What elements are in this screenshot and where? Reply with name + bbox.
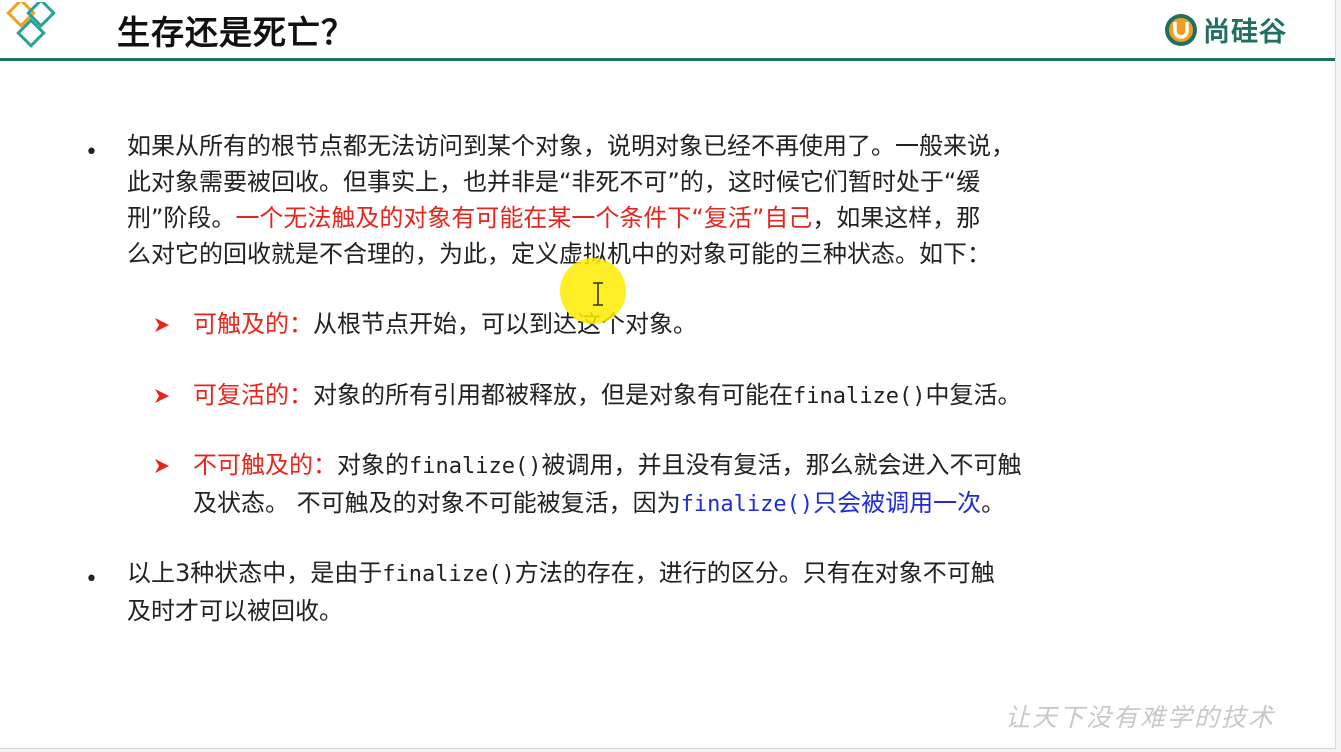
- brand-u-icon: [1165, 13, 1197, 46]
- state-unreachable: 不可触及的：对象的finalize()被调用，并且没有复活，那么就会进入不可触 …: [193, 447, 1253, 523]
- state-resurrectable: 可复活的：对象的所有引用都被释放，但是对象有可能在finalize()中复活。: [193, 377, 1021, 415]
- state-reachable-text: 从根节点开始，可以到达这个对象。: [313, 310, 697, 338]
- diamond-logo-icon: [6, 2, 56, 48]
- bullet-marker: •: [85, 567, 98, 592]
- finalize-code: finalize(): [382, 562, 515, 587]
- finalize-code-blue: finalize(): [680, 492, 814, 517]
- state-unreachable-line-2: 及状态。 不可触及的对象不可能被复活，因为finalize()只会被调用一次。: [193, 485, 1253, 523]
- slide: 生存还是死亡？ 尚硅谷 • 如果从所有的根节点都无法访问到某个对象，说明对象已经…: [0, 0, 1336, 749]
- intro-line-4: 么对它的回收就是不合理的，为此，定义虚拟机中的对象可能的三种状态。如下：: [127, 240, 991, 268]
- state-unreachable-text-c: 及状态。 不可触及的对象不可能被复活，因为: [193, 489, 681, 517]
- brand-name: 尚硅谷: [1203, 17, 1287, 48]
- state-resurrectable-text: 对象的所有引用都被释放，但是对象有可能在: [313, 381, 793, 409]
- bullet-marker: •: [85, 140, 98, 165]
- state-unreachable-text-b: 被调用，并且没有复活，那么就会进入不可触: [541, 451, 1022, 479]
- state-unreachable-label: 不可触及的：: [193, 451, 337, 479]
- called-once-text: 只会被调用一次: [813, 489, 982, 517]
- state-unreachable-period: 。: [981, 489, 1006, 517]
- page-title: 生存还是死亡？: [117, 13, 355, 52]
- finalize-code: finalize(): [409, 454, 542, 479]
- watermark: 让天下没有难学的技术: [1005, 703, 1276, 732]
- intro-line-3-end: ，如果这样，那: [812, 204, 981, 232]
- state-unreachable-text-a: 对象的: [337, 451, 409, 479]
- state-reachable: 可触及的：从根节点开始，可以到达这个对象。: [193, 306, 697, 342]
- arrow-bullet-icon: [155, 389, 169, 403]
- arrow-bullet-icon: [155, 459, 169, 473]
- state-resurrectable-text-end: 中复活。: [925, 381, 1022, 409]
- intro-line-3: 刑”阶段。一个无法触及的对象有可能在某一个条件下“复活”自己，如果这样，那: [127, 200, 1237, 236]
- intro-highlight: 一个无法触及的对象有可能在某一个条件下“复活”自己: [235, 204, 813, 232]
- summary-text-a: 以上3种状态中，是由于: [127, 559, 383, 587]
- summary-line-1: 以上3种状态中，是由于finalize()方法的存在，进行的区分。只有在对象不可…: [127, 555, 1237, 593]
- header-divider: [0, 58, 1335, 61]
- text-cursor-icon: [593, 282, 603, 306]
- intro-line-3-start: 刑”阶段。: [127, 204, 236, 232]
- summary-line-2: 及时才可以被回收。: [127, 597, 343, 625]
- summary-paragraph: 以上3种状态中，是由于finalize()方法的存在，进行的区分。只有在对象不可…: [127, 555, 1237, 629]
- finalize-code: finalize(): [793, 384, 926, 409]
- arrow-bullet-icon: [155, 318, 169, 332]
- summary-text-b: 方法的存在，进行的区分。只有在对象不可触: [514, 559, 995, 587]
- intro-paragraph: 如果从所有的根节点都无法访问到某个对象，说明对象已经不再使用了。一般来说， 此对…: [127, 128, 1237, 272]
- state-reachable-label: 可触及的：: [193, 310, 313, 338]
- intro-line-1: 如果从所有的根节点都无法访问到某个对象，说明对象已经不再使用了。一般来说，: [127, 132, 1015, 160]
- state-unreachable-line-1: 不可触及的：对象的finalize()被调用，并且没有复活，那么就会进入不可触: [193, 447, 1253, 485]
- intro-line-2: 此对象需要被回收。但事实上，也并非是“非死不可”的，这时候它们暂时处于“缓: [127, 168, 981, 196]
- brand-logo: 尚硅谷: [1163, 10, 1287, 49]
- state-resurrectable-label: 可复活的：: [193, 381, 313, 409]
